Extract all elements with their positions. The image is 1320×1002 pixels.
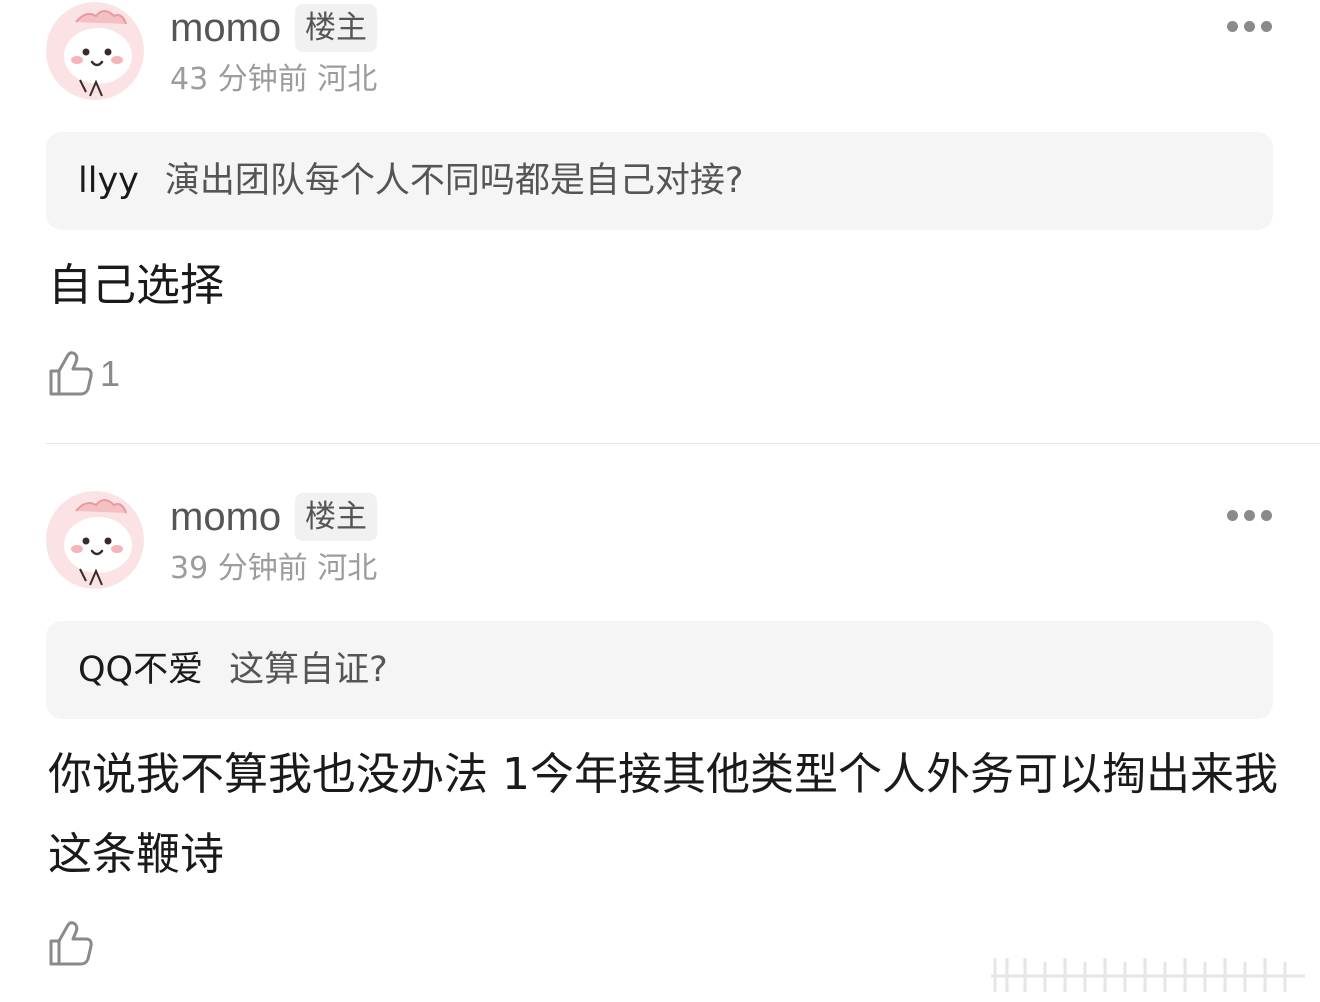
thumbs-up-icon xyxy=(49,351,93,396)
comment-meta: 43 分钟前 河北 xyxy=(170,60,377,100)
comment-location: 河北 xyxy=(317,551,378,586)
comment-text: 你说我不算我也没办法 1今年接其他类型个人外务可以掏出来我这条鞭诗 xyxy=(48,749,1278,880)
comment-item: momo 楼主 43 分钟前 河北 llyy 演出团队每个人不同吗都是自己对接? … xyxy=(0,0,1320,444)
avatar[interactable] xyxy=(46,2,144,100)
cartoon-avatar-icon xyxy=(46,2,144,100)
comment-location: 河北 xyxy=(317,62,378,97)
comment-meta: 39 分钟前 河北 xyxy=(170,549,377,589)
quoted-reply[interactable]: llyy 演出团队每个人不同吗都是自己对接? xyxy=(46,132,1273,230)
quote-author: llyy xyxy=(78,161,139,201)
like-count: 1 xyxy=(100,353,121,394)
quoted-reply[interactable]: QQ不爱 这算自证? xyxy=(46,621,1273,719)
comment-time: 43 分钟前 xyxy=(170,62,308,97)
watermark xyxy=(985,952,1315,998)
quote-text: 这算自证? xyxy=(229,650,388,690)
avatar[interactable] xyxy=(46,491,144,589)
username[interactable]: momo xyxy=(170,4,281,52)
divider xyxy=(46,443,1320,444)
comment-text: 自己选择 xyxy=(48,260,224,311)
more-dots-icon[interactable] xyxy=(1222,18,1278,34)
author-badge: 楼主 xyxy=(295,4,377,52)
cartoon-avatar-icon xyxy=(46,491,144,589)
quote-text: 演出团队每个人不同吗都是自己对接? xyxy=(164,161,744,201)
thumbs-up-icon xyxy=(49,921,93,966)
more-dots-icon[interactable] xyxy=(1222,507,1278,523)
quote-author: QQ不爱 xyxy=(78,650,204,690)
username[interactable]: momo xyxy=(170,493,281,541)
comment-time: 39 分钟前 xyxy=(170,551,308,586)
author-badge: 楼主 xyxy=(295,493,377,541)
comment-item: momo 楼主 39 分钟前 河北 QQ不爱 这算自证? 你说我不算我也没办法 1… xyxy=(0,445,1320,1002)
